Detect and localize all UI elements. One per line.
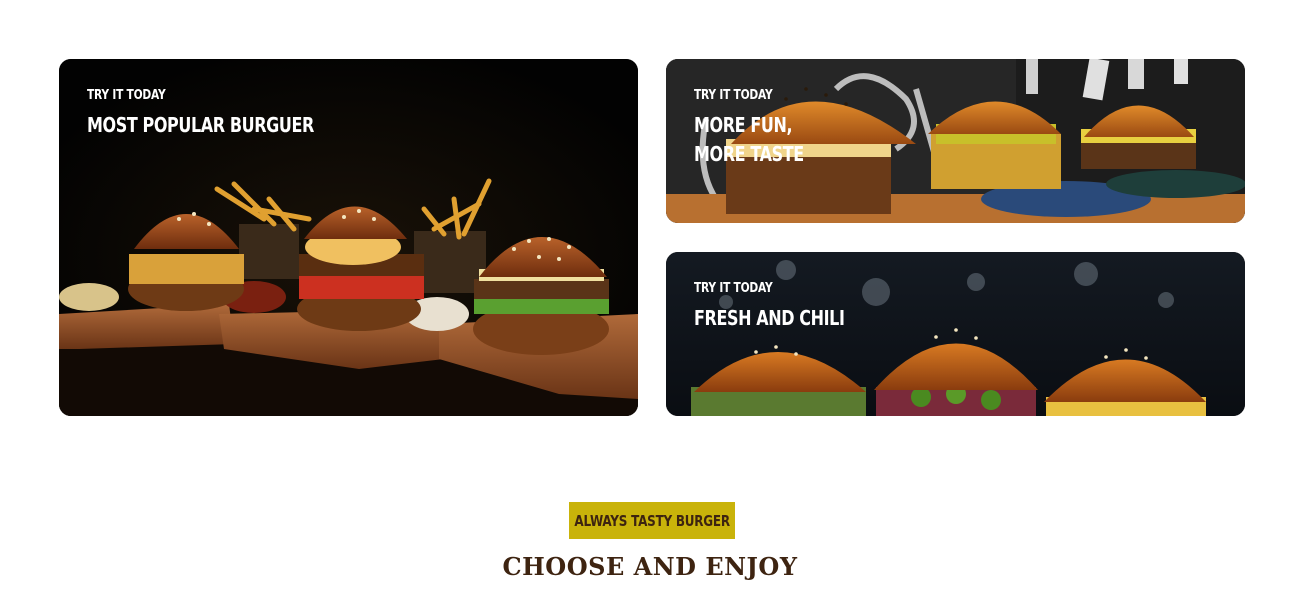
section-title-text: CHOOSE AND ENJOY bbox=[502, 552, 798, 581]
banner-most-popular[interactable]: TRY IT TODAY MOST POPULAR BURGUER bbox=[59, 59, 638, 416]
section-title: CHOOSE AND ENJOY bbox=[0, 552, 1300, 582]
banner-eyebrow: TRY IT TODAY bbox=[87, 88, 166, 103]
banner-caption: TRY IT TODAY MORE FUN, MORE TASTE bbox=[694, 87, 831, 169]
banner-headline: FRESH AND CHILI bbox=[694, 306, 845, 330]
banner-headline: MORE FUN, MORE TASTE bbox=[694, 111, 804, 169]
banner-more-fun[interactable]: TRY IT TODAY MORE FUN, MORE TASTE bbox=[666, 59, 1245, 223]
chili-burgers-image bbox=[666, 252, 1245, 416]
banner-fresh-chili[interactable]: TRY IT TODAY FRESH AND CHILI bbox=[666, 252, 1245, 416]
banner-eyebrow: TRY IT TODAY bbox=[694, 88, 773, 103]
banner-headline-line-1: MORE FUN, bbox=[694, 113, 793, 137]
section-tagline: ALWAYS TASTY BURGER bbox=[574, 511, 730, 530]
banner-caption: TRY IT TODAY MOST POPULAR BURGUER bbox=[87, 87, 371, 140]
banner-headline-line-2: MORE TASTE bbox=[694, 142, 804, 166]
section-tagline-pill: ALWAYS TASTY BURGER bbox=[569, 502, 735, 539]
banner-headline: MOST POPULAR BURGUER bbox=[87, 113, 314, 137]
banner-caption: TRY IT TODAY FRESH AND CHILI bbox=[694, 280, 882, 333]
banner-eyebrow: TRY IT TODAY bbox=[694, 281, 773, 296]
